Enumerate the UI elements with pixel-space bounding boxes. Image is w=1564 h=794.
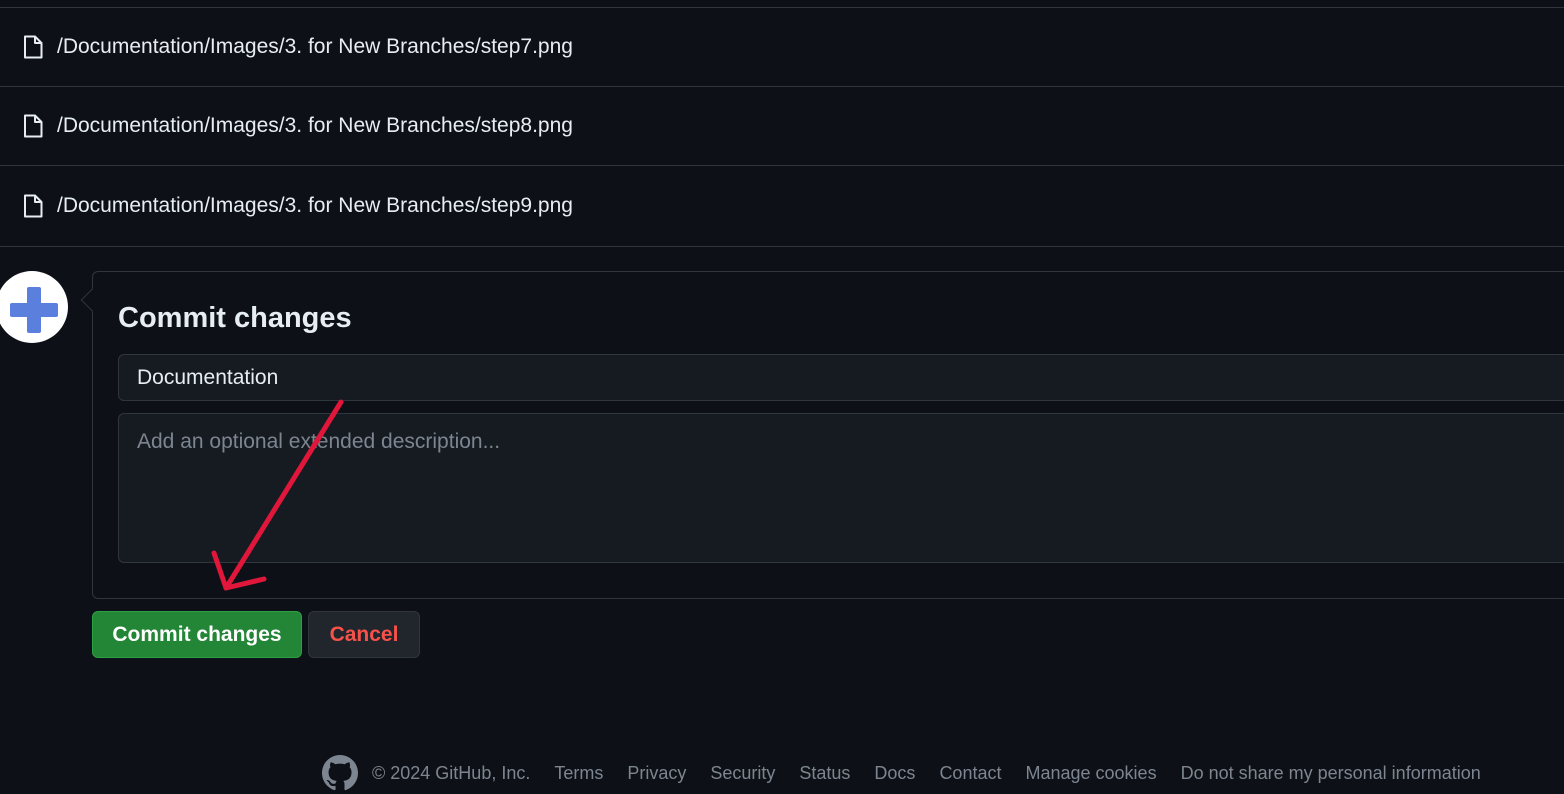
file-icon xyxy=(22,194,44,218)
footer-link-contact[interactable]: Contact xyxy=(939,763,1001,784)
footer-link-status[interactable]: Status xyxy=(799,763,850,784)
file-icon xyxy=(22,114,44,138)
footer: © 2024 GitHub, Inc. Terms Privacy Securi… xyxy=(322,754,1481,792)
commit-summary-input[interactable] xyxy=(118,354,1564,401)
footer-link-docs[interactable]: Docs xyxy=(874,763,915,784)
github-logo-icon[interactable] xyxy=(322,755,358,791)
commit-changes-button[interactable]: Commit changes xyxy=(92,611,302,658)
file-path[interactable]: /Documentation/Images/3. for New Branche… xyxy=(57,194,573,218)
file-path[interactable]: /Documentation/Images/3. for New Branche… xyxy=(57,35,573,59)
footer-link-do-not-share[interactable]: Do not share my personal information xyxy=(1181,763,1481,784)
footer-copyright: © 2024 GitHub, Inc. xyxy=(372,762,531,783)
page: /Documentation/Images/3. for New Branche… xyxy=(0,0,1564,794)
footer-link-manage-cookies[interactable]: Manage cookies xyxy=(1025,763,1156,784)
changed-files-list: /Documentation/Images/3. for New Branche… xyxy=(0,7,1564,247)
speech-caret xyxy=(80,288,104,312)
commit-form: Commit changes xyxy=(80,271,1564,599)
file-row: /Documentation/Images/3. for New Branche… xyxy=(0,87,1564,166)
avatar-cross-icon xyxy=(10,287,58,333)
footer-link-privacy[interactable]: Privacy xyxy=(627,763,686,784)
file-icon xyxy=(22,35,44,59)
file-path[interactable]: /Documentation/Images/3. for New Branche… xyxy=(57,114,573,138)
footer-link-security[interactable]: Security xyxy=(710,763,775,784)
file-row: /Documentation/Images/3. for New Branche… xyxy=(0,166,1564,246)
footer-link-terms[interactable]: Terms xyxy=(554,763,603,784)
cancel-button[interactable]: Cancel xyxy=(308,611,420,658)
commit-description-textarea[interactable] xyxy=(118,413,1564,563)
avatar[interactable] xyxy=(0,271,68,343)
file-row: /Documentation/Images/3. for New Branche… xyxy=(0,8,1564,87)
commit-title: Commit changes xyxy=(118,302,352,334)
